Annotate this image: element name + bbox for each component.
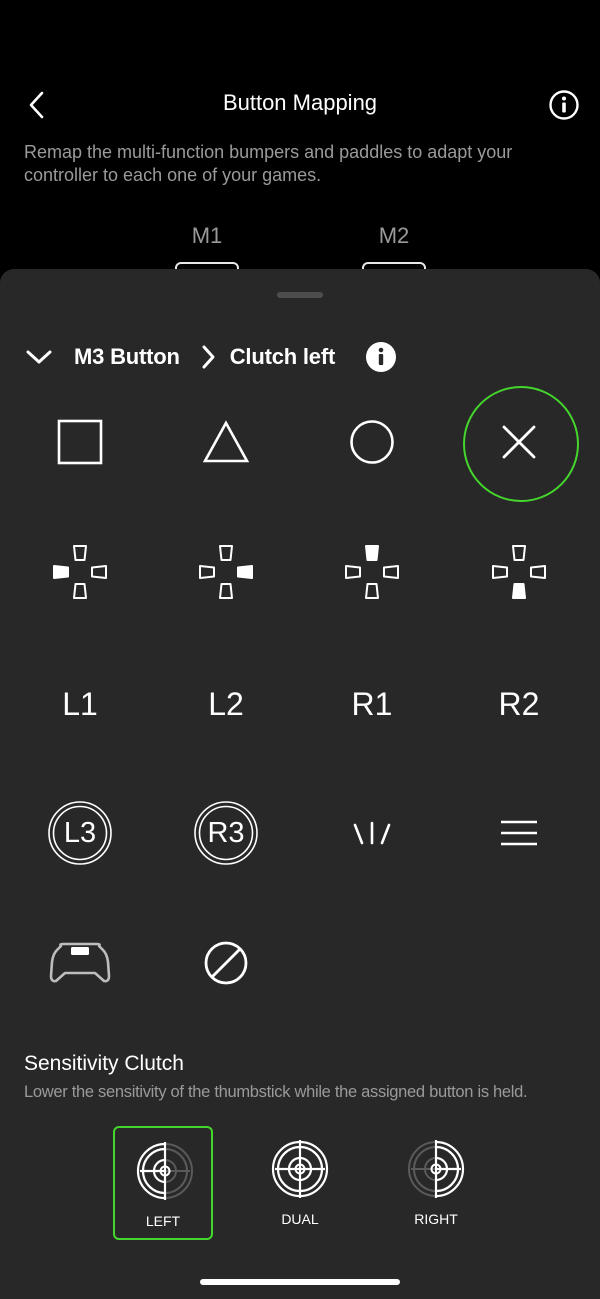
dpad-left-button[interactable] <box>22 514 138 630</box>
r3-label: R3 <box>207 816 245 849</box>
dpad-right-icon <box>199 545 253 599</box>
breadcrumb-parent[interactable]: M3 Button <box>74 344 180 370</box>
circle-icon <box>350 420 394 464</box>
sensitivity-description: Lower the sensitivity of the thumbstick … <box>24 1083 528 1101</box>
page-description: Remap the multi-function bumpers and pad… <box>24 142 513 185</box>
clutch-left-option[interactable]: LEFT <box>113 1126 213 1240</box>
r1-label: R1 <box>351 685 393 722</box>
disable-button[interactable] <box>168 905 284 1021</box>
disabled-icon <box>204 941 248 985</box>
l2-button[interactable]: L2 <box>168 646 284 762</box>
crosshair-right-icon <box>408 1140 465 1198</box>
m1-label: M1 <box>191 223 223 248</box>
dpad-right-button[interactable] <box>168 514 284 630</box>
info-filled-icon <box>366 342 397 372</box>
chevron-down-icon <box>26 350 52 364</box>
r1-button[interactable]: R1 <box>314 646 430 762</box>
top-header: Button Mapping Remap the multi-function … <box>0 0 600 282</box>
triangle-icon <box>202 420 250 463</box>
touchpad-button[interactable] <box>22 905 138 1021</box>
clutch-info-button[interactable] <box>365 341 397 373</box>
r2-label: R2 <box>498 685 540 722</box>
collapse-button[interactable] <box>24 342 54 372</box>
circle-button[interactable] <box>314 384 430 500</box>
clutch-right-label: RIGHT <box>414 1211 458 1227</box>
cross-button[interactable] <box>461 384 579 502</box>
sheet-drag-handle[interactable] <box>277 292 323 298</box>
l1-label: L1 <box>62 685 98 722</box>
clutch-dual-option[interactable]: DUAL <box>250 1126 350 1240</box>
home-indicator[interactable] <box>200 1279 400 1285</box>
share-button[interactable] <box>314 775 430 891</box>
breadcrumb-separator <box>194 342 222 372</box>
crosshair-left-icon <box>136 1142 193 1200</box>
l2-label: L2 <box>208 685 244 722</box>
m2-label: M2 <box>378 223 410 248</box>
cross-icon <box>502 425 536 459</box>
menu-icon <box>501 820 537 846</box>
controller-touchpad-icon <box>49 942 111 983</box>
l3-label: L3 <box>63 816 97 849</box>
dpad-left-icon <box>53 545 107 599</box>
dpad-down-button[interactable] <box>461 514 577 630</box>
l3-button[interactable]: L3 <box>22 775 138 891</box>
triangle-button[interactable] <box>168 384 284 500</box>
options-button[interactable] <box>461 775 577 891</box>
sensitivity-title: Sensitivity Clutch <box>24 1052 184 1075</box>
clutch-left-label: LEFT <box>145 1213 181 1229</box>
chevron-right-icon <box>202 345 215 369</box>
info-button[interactable] <box>548 89 580 121</box>
r2-button[interactable]: R2 <box>461 646 577 762</box>
breadcrumb: M3 Button Clutch left <box>24 341 397 373</box>
breadcrumb-current: Clutch left <box>229 344 336 369</box>
share-icon <box>353 821 391 845</box>
dpad-up-icon <box>345 545 399 599</box>
info-icon <box>549 90 579 120</box>
l1-button[interactable]: L1 <box>22 646 138 762</box>
clutch-dual-label: DUAL <box>281 1211 319 1227</box>
bottom-sheet: M3 Button Clutch left L1 L2 R1 R2 L3 R3 … <box>0 269 600 1299</box>
dpad-up-button[interactable] <box>314 514 430 630</box>
dpad-down-icon <box>492 545 546 599</box>
square-button[interactable] <box>22 384 138 500</box>
square-icon <box>57 419 103 465</box>
clutch-right-option[interactable]: RIGHT <box>386 1126 486 1240</box>
r3-button[interactable]: R3 <box>168 775 284 891</box>
page-title: Button Mapping <box>222 90 378 115</box>
crosshair-dual-icon <box>271 1140 329 1198</box>
